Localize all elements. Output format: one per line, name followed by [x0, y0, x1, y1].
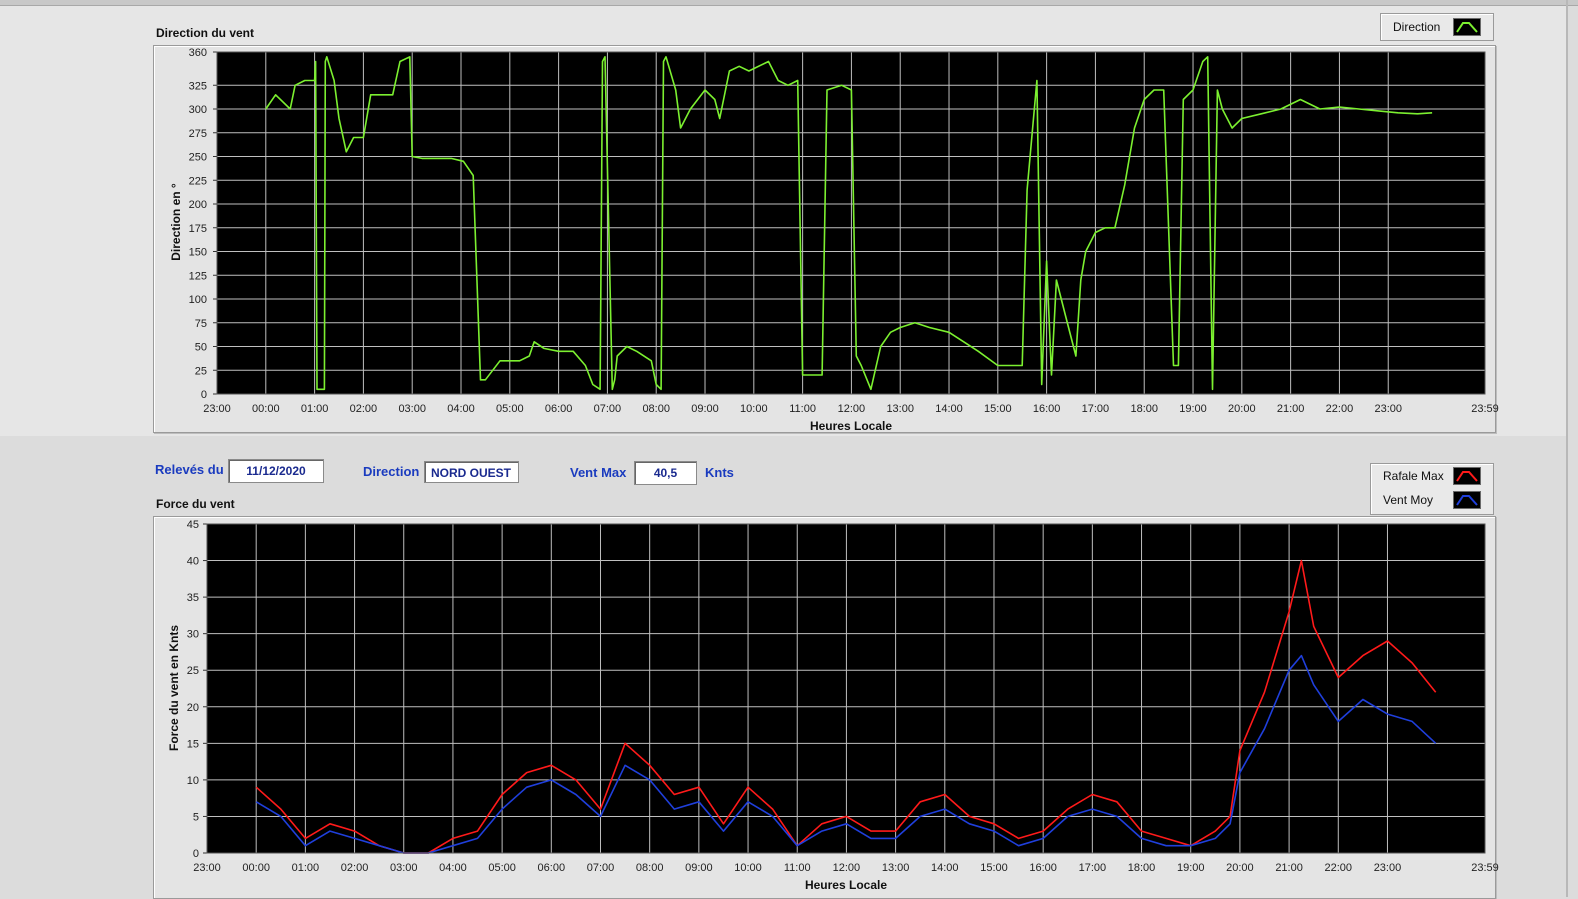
x-tick-label: 03:00 [390, 862, 418, 874]
x-tick-label: 20:00 [1226, 862, 1254, 874]
y-tick-label: 10 [187, 775, 199, 787]
x-tick-label: 16:00 [1029, 862, 1057, 874]
y-tick-label: 15 [187, 738, 199, 750]
x-tick-label: 15:00 [980, 862, 1008, 874]
force-chart: 23:00 00:00 01:00 02:00 03:00 04:00 05:00 06:00… [167, 519, 1499, 892]
y-tick-label: 0 [193, 848, 199, 860]
x-tick-label: 14:00 [931, 862, 959, 874]
x-tick-label: 07:00 [587, 862, 615, 874]
x-tick-label: 11:00 [784, 862, 811, 874]
x-tick-label: 23:59 [1471, 862, 1499, 874]
x-tick-label: 18:00 [1128, 862, 1156, 874]
x-tick-label: 21:00 [1275, 862, 1303, 874]
y-tick-label: 35 [187, 592, 199, 604]
y-tick-label: 5 [193, 811, 199, 823]
x-tick-label: 02:00 [341, 862, 369, 874]
x-tick-label: 04:00 [439, 862, 467, 874]
x-tick-label: 01:00 [292, 862, 320, 874]
x-tick-label: 05:00 [488, 862, 516, 874]
x-tick-label: 23:00 [1374, 862, 1402, 874]
x-tick-label: 23:00 [193, 862, 221, 874]
x-tick-label: 06:00 [538, 862, 566, 874]
x-tick-label: 22:00 [1325, 862, 1353, 874]
y-tick-label: 45 [187, 519, 199, 531]
y-tick-label: 40 [187, 556, 199, 568]
x-tick-label: 08:00 [636, 862, 664, 874]
y-tick-label: 20 [187, 702, 199, 714]
y-axis-label: Force du vent en Knts [167, 625, 181, 751]
x-tick-label: 17:00 [1079, 862, 1107, 874]
x-tick-label: 10:00 [734, 862, 762, 874]
x-tick-label: 19:00 [1177, 862, 1205, 874]
y-tick-label: 30 [187, 629, 199, 641]
x-tick-label: 00:00 [242, 862, 270, 874]
x-axis-label: Heures Locale [805, 878, 887, 892]
y-tick-label: 25 [187, 665, 199, 677]
x-tick-label: 12:00 [833, 862, 861, 874]
x-tick-label: 09:00 [685, 862, 713, 874]
x-tick-label: 13:00 [882, 862, 910, 874]
